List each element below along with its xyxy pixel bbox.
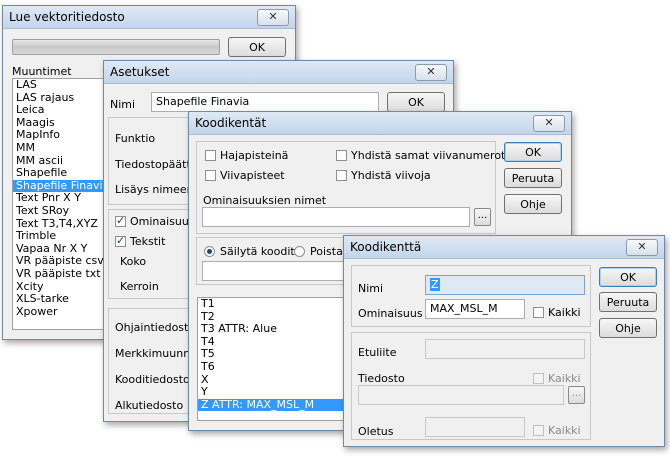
koodikentat-close-button[interactable]: ✕: [533, 115, 565, 132]
lue-title: Lue vektoritiedosto: [9, 10, 125, 24]
koodikentta-ominaisuus-kaikki-label: Kaikki: [548, 306, 581, 319]
ominaisuus-label: Ominaisuus: [130, 215, 195, 228]
list-item[interactable]: Trimble: [13, 230, 109, 243]
tiedosto-kaikki-checkbox[interactable]: [533, 373, 544, 384]
funktio-label: Funktio: [115, 132, 156, 145]
etuliite-input[interactable]: [425, 339, 585, 359]
nimi-input[interactable]: Shapefile Finavia: [151, 92, 379, 112]
list-item[interactable]: Y: [198, 386, 348, 399]
koodikentta-title: Koodikenttä: [350, 240, 422, 254]
list-item[interactable]: XLS-tarke: [13, 292, 109, 306]
tiedostopaatteet-label: Tiedostopäätte: [115, 158, 198, 171]
asetukset-close-button[interactable]: ✕: [415, 64, 447, 81]
koodikentta-peruuta-button[interactable]: Peruuta: [599, 292, 657, 312]
koodikentta-ominaisuus-kaikki-checkbox[interactable]: [533, 307, 544, 318]
sailyta-koodit-radio[interactable]: [204, 246, 215, 257]
codes-list[interactable]: T1 T2 T3 ATTR: Alue T4 T5 T6 X Y Z ATTR:…: [197, 297, 349, 421]
ominaisuuksien-nimet-browse-button[interactable]: ...: [474, 208, 491, 226]
koodikentat-titlebar[interactable]: Koodikentät ✕: [189, 112, 571, 135]
asetukset-titlebar[interactable]: Asetukset ✕: [104, 61, 453, 84]
asetukset-title: Asetukset: [110, 65, 170, 79]
koodikentta-ominaisuus-input[interactable]: MAX_MSL_M: [425, 299, 525, 319]
etuliite-label: Etuliite: [358, 346, 397, 359]
tekstit-checkbox[interactable]: [115, 234, 126, 247]
list-item[interactable]: VR pääpiste txt: [13, 267, 109, 281]
yhdista-viivoja-checkbox[interactable]: [336, 170, 347, 181]
lue-close-button[interactable]: ✕: [257, 9, 289, 26]
ohjaintiedosto-label: Ohjaintiedosto: [115, 321, 196, 334]
viivapisteet-checkbox[interactable]: [205, 170, 216, 181]
yhdista-samat-label: Yhdistä samat viivanumerot: [351, 149, 506, 162]
koodikentta-close-button[interactable]: ✕: [626, 239, 658, 256]
lue-progress-bar: [12, 39, 220, 55]
ominaisuuksien-nimet-input[interactable]: [202, 207, 470, 227]
hajapisteina-checkbox[interactable]: [205, 150, 216, 161]
hajapisteina-label: Hajapisteinä: [220, 149, 289, 162]
list-item[interactable]: T5: [198, 348, 348, 361]
koodikentat-title: Koodikentät: [195, 116, 267, 130]
koodikentta-nimi-label: Nimi: [358, 282, 384, 295]
koodikentta-nimi-value: Z: [430, 278, 440, 291]
koodikentat-filter-input[interactable]: [202, 261, 350, 281]
koodikentta-ok-button[interactable]: OK: [599, 267, 657, 287]
list-item[interactable]: Leica: [13, 104, 109, 117]
tiedosto-kaikki-label: Kaikki: [548, 372, 581, 385]
koodikentta-ohje-button[interactable]: Ohje: [599, 318, 657, 338]
list-item-selected[interactable]: Z ATTR: MAX_MSL_M: [198, 398, 348, 412]
list-item[interactable]: LAS: [13, 79, 109, 92]
poista-radio[interactable]: [294, 246, 305, 257]
lisays-nimeen-label: Lisäys nimeen: [115, 183, 194, 196]
koodikentta-titlebar[interactable]: Koodikenttä ✕: [344, 236, 664, 259]
alkutiedosto-label: Alkutiedosto: [115, 399, 184, 412]
koodikentat-ok-button[interactable]: OK: [504, 142, 562, 162]
list-item[interactable]: Xpower: [13, 305, 109, 319]
nimi-label: Nimi: [110, 98, 136, 111]
yhdista-samat-checkbox[interactable]: [336, 150, 347, 161]
oletus-kaikki-label: Kaikki: [548, 424, 581, 437]
muuntimet-label: Muuntimet: [12, 65, 72, 78]
list-item[interactable]: T4: [198, 335, 348, 349]
tiedosto-label: Tiedosto: [358, 372, 405, 385]
tekstit-label: Tekstit: [130, 235, 166, 248]
list-item[interactable]: Text SRoy: [13, 204, 109, 218]
tiedosto-browse-button[interactable]: ...: [568, 386, 585, 404]
ominaisuus-checkbox[interactable]: [115, 214, 126, 227]
lue-titlebar[interactable]: Lue vektoritiedosto ✕: [3, 6, 295, 29]
kooditiedosto-label: Kooditiedosto: [115, 373, 190, 386]
koodikentta-nimi-input[interactable]: Z: [425, 275, 585, 295]
asetukset-ok-button[interactable]: OK: [387, 92, 445, 112]
koko-label: Koko: [120, 255, 147, 268]
koodikentta-ominaisuus-label: Ominaisuus: [358, 307, 423, 320]
list-item[interactable]: T3 ATTR: Alue: [198, 323, 348, 336]
list-item[interactable]: Shapefile: [13, 167, 109, 180]
list-item[interactable]: T1: [198, 298, 348, 311]
tiedosto-input[interactable]: [358, 385, 564, 405]
yhdista-viivoja-label: Yhdistä viivoja: [351, 169, 431, 182]
koodikentat-peruuta-button[interactable]: Peruuta: [504, 168, 562, 188]
sailyta-koodit-label: Säilytä koodit: [220, 245, 295, 258]
list-item[interactable]: X: [198, 373, 348, 387]
ominaisuuksien-nimet-label: Ominaisuuksien nimet: [203, 194, 327, 207]
lue-ok-button[interactable]: OK: [228, 37, 286, 57]
muuntimet-list[interactable]: LAS LAS rajaus Leica Maagis MapInfo MM M…: [12, 78, 110, 330]
koodikentta-window: Koodikenttä ✕ Nimi Z Ominaisuus MAX_MSL_…: [343, 235, 665, 447]
koodikentat-ohje-button[interactable]: Ohje: [504, 194, 562, 214]
kerroin-label: Kerroin: [120, 280, 159, 293]
list-item[interactable]: T6: [198, 360, 348, 374]
oletus-label: Oletus: [358, 425, 394, 438]
oletus-input[interactable]: [425, 417, 525, 437]
viivapisteet-label: Viivapisteet: [220, 169, 285, 182]
oletus-kaikki-checkbox[interactable]: [533, 425, 544, 436]
list-item[interactable]: MM: [13, 141, 109, 155]
